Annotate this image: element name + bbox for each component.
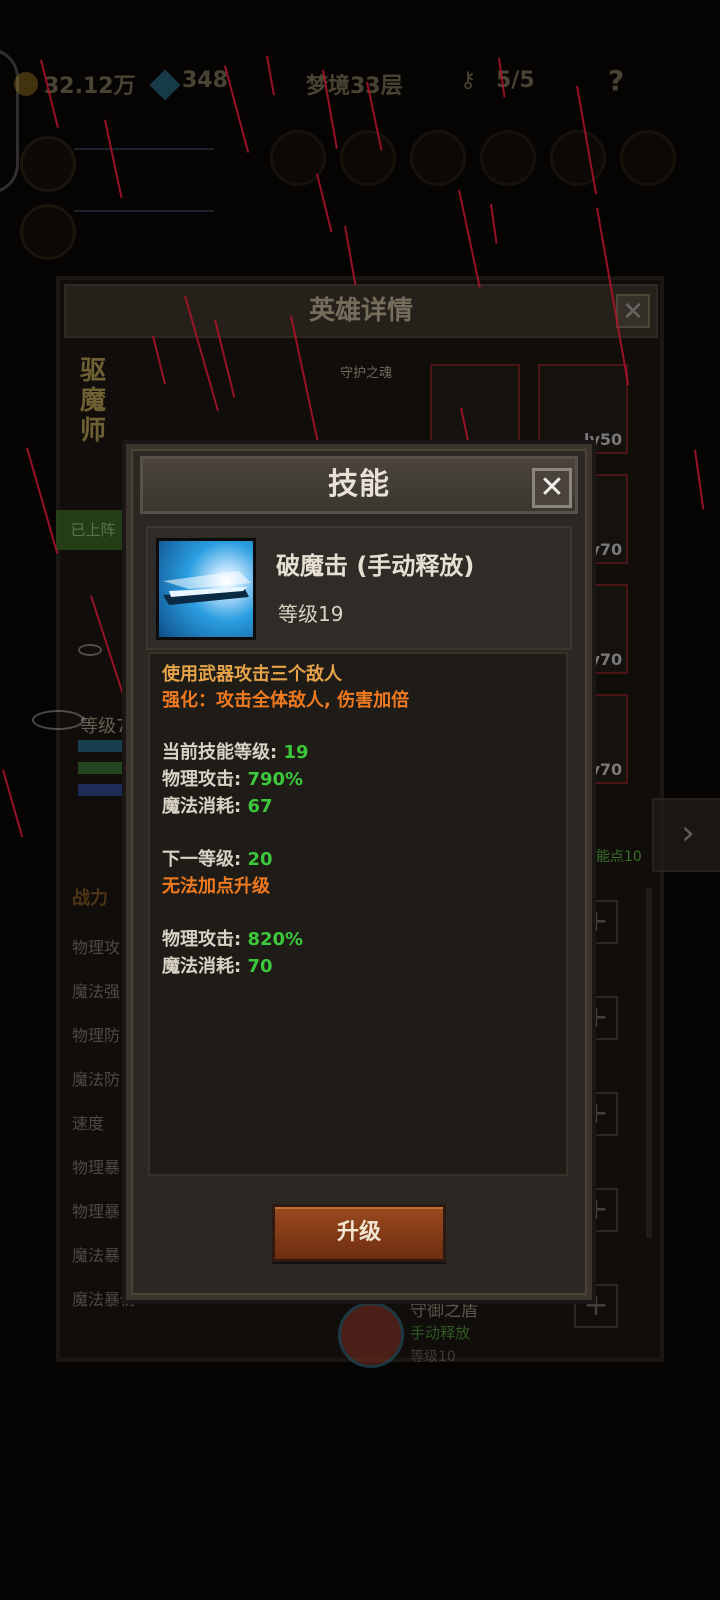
current-mana-row: 魔法消耗: 67 (162, 792, 273, 818)
stat-label: 魔法防 (72, 1070, 121, 1089)
deployed-status-badge: 已上阵 (56, 510, 130, 550)
next-mana-value: 70 (247, 956, 273, 977)
stat-label: 速度 (72, 1114, 105, 1133)
dungeon-floor[interactable]: 梦境33层 (306, 68, 403, 100)
current-phys-label: 物理攻击: (162, 769, 248, 790)
hero-level: 等级7 (80, 716, 128, 737)
next-level-label: 下一等级: (162, 849, 248, 870)
skills-scrollbar[interactable] (646, 888, 652, 1238)
stat-label: 魔法强 (72, 982, 121, 1001)
key-icon: ⚷ (460, 68, 477, 93)
stat-label: 物理暴 (72, 1202, 121, 1221)
hero-details-close-icon[interactable]: ✕ (616, 294, 650, 328)
stat-label: 魔法暴 (72, 1246, 121, 1265)
next-phys-row: 物理攻击: 820% (162, 925, 303, 951)
gold-amount: 32.12万 (44, 74, 136, 99)
menu-round-icon (410, 130, 466, 186)
skill-dialog-title: 技能 (328, 467, 390, 502)
rain-ripple (78, 644, 102, 656)
current-level-value: 19 (283, 742, 309, 763)
skill-name: 破魔击 (手动释放) (276, 552, 475, 580)
close-icon[interactable]: ✕ (532, 468, 572, 508)
top-resource-bar: 32.12万 348 梦境33层 ⚷ 5/5 ? (0, 58, 720, 112)
menu-round-icon (340, 130, 396, 186)
hero-details-title: 英雄详情 (64, 284, 658, 338)
upgrade-button[interactable]: 升级 (272, 1204, 446, 1262)
next-mana-row: 魔法消耗: 70 (162, 952, 273, 978)
slash-glow (163, 571, 251, 589)
next-mana-label: 魔法消耗: (162, 956, 248, 977)
hero-class-name: 驱魔师 (80, 356, 107, 446)
stat-label: 物理暴 (72, 1158, 121, 1177)
next-phys-label: 物理攻击: (162, 929, 248, 950)
stat-label: 物理防 (72, 1026, 121, 1045)
current-level-label: 当前技能等级: (162, 742, 284, 763)
menu-round-icon (550, 130, 606, 186)
equip-slot-helmet[interactable] (430, 364, 520, 454)
gem-amount: 348 (182, 68, 228, 93)
hp-bar (74, 210, 214, 212)
current-phys-value: 790% (247, 769, 304, 790)
blade-graphic (163, 571, 251, 605)
cannot-upgrade-warning: 无法加点升级 (162, 876, 270, 897)
current-phys-row: 物理攻击: 790% (162, 765, 303, 791)
skill-description: 使用武器攻击三个敌人 (162, 664, 342, 685)
skill-level: 等级19 (278, 602, 344, 626)
hero-avatar-icon (20, 204, 76, 260)
bg-skill-type: 手动释放 (410, 1324, 471, 1342)
menu-round-icon (620, 130, 676, 186)
menu-round-icon (480, 130, 536, 186)
skill-blade-icon (156, 538, 256, 640)
gem-icon (149, 69, 181, 101)
next-level-row: 下一等级: 20 (162, 845, 273, 871)
skill-enhance-text: 强化：攻击全体敌人, 伤害加倍 (162, 690, 410, 711)
skill-description-box (148, 652, 568, 1176)
chevron-right-icon[interactable]: › (652, 798, 720, 872)
skill-points: 能点10 (596, 849, 642, 865)
combat-power-tab[interactable]: 战力 (72, 884, 108, 910)
hp-bar (74, 148, 214, 150)
next-phys-value: 820% (247, 929, 304, 950)
bg-skill-level: 等级10 (410, 1349, 456, 1365)
stat-label: 物理攻 (72, 938, 121, 957)
help-icon[interactable]: ? (608, 64, 624, 97)
hero-avatar-icon (20, 136, 76, 192)
shield-skill-icon[interactable] (338, 1302, 404, 1368)
rain-ripple (32, 710, 84, 730)
current-level-row: 当前技能等级: 19 (162, 738, 309, 764)
next-level-value: 20 (247, 849, 273, 870)
current-mana-value: 67 (247, 796, 273, 817)
gold-coin-icon (14, 72, 38, 96)
current-mana-label: 魔法消耗: (162, 796, 248, 817)
guardian-soul-label: 守护之魂 (340, 366, 393, 381)
